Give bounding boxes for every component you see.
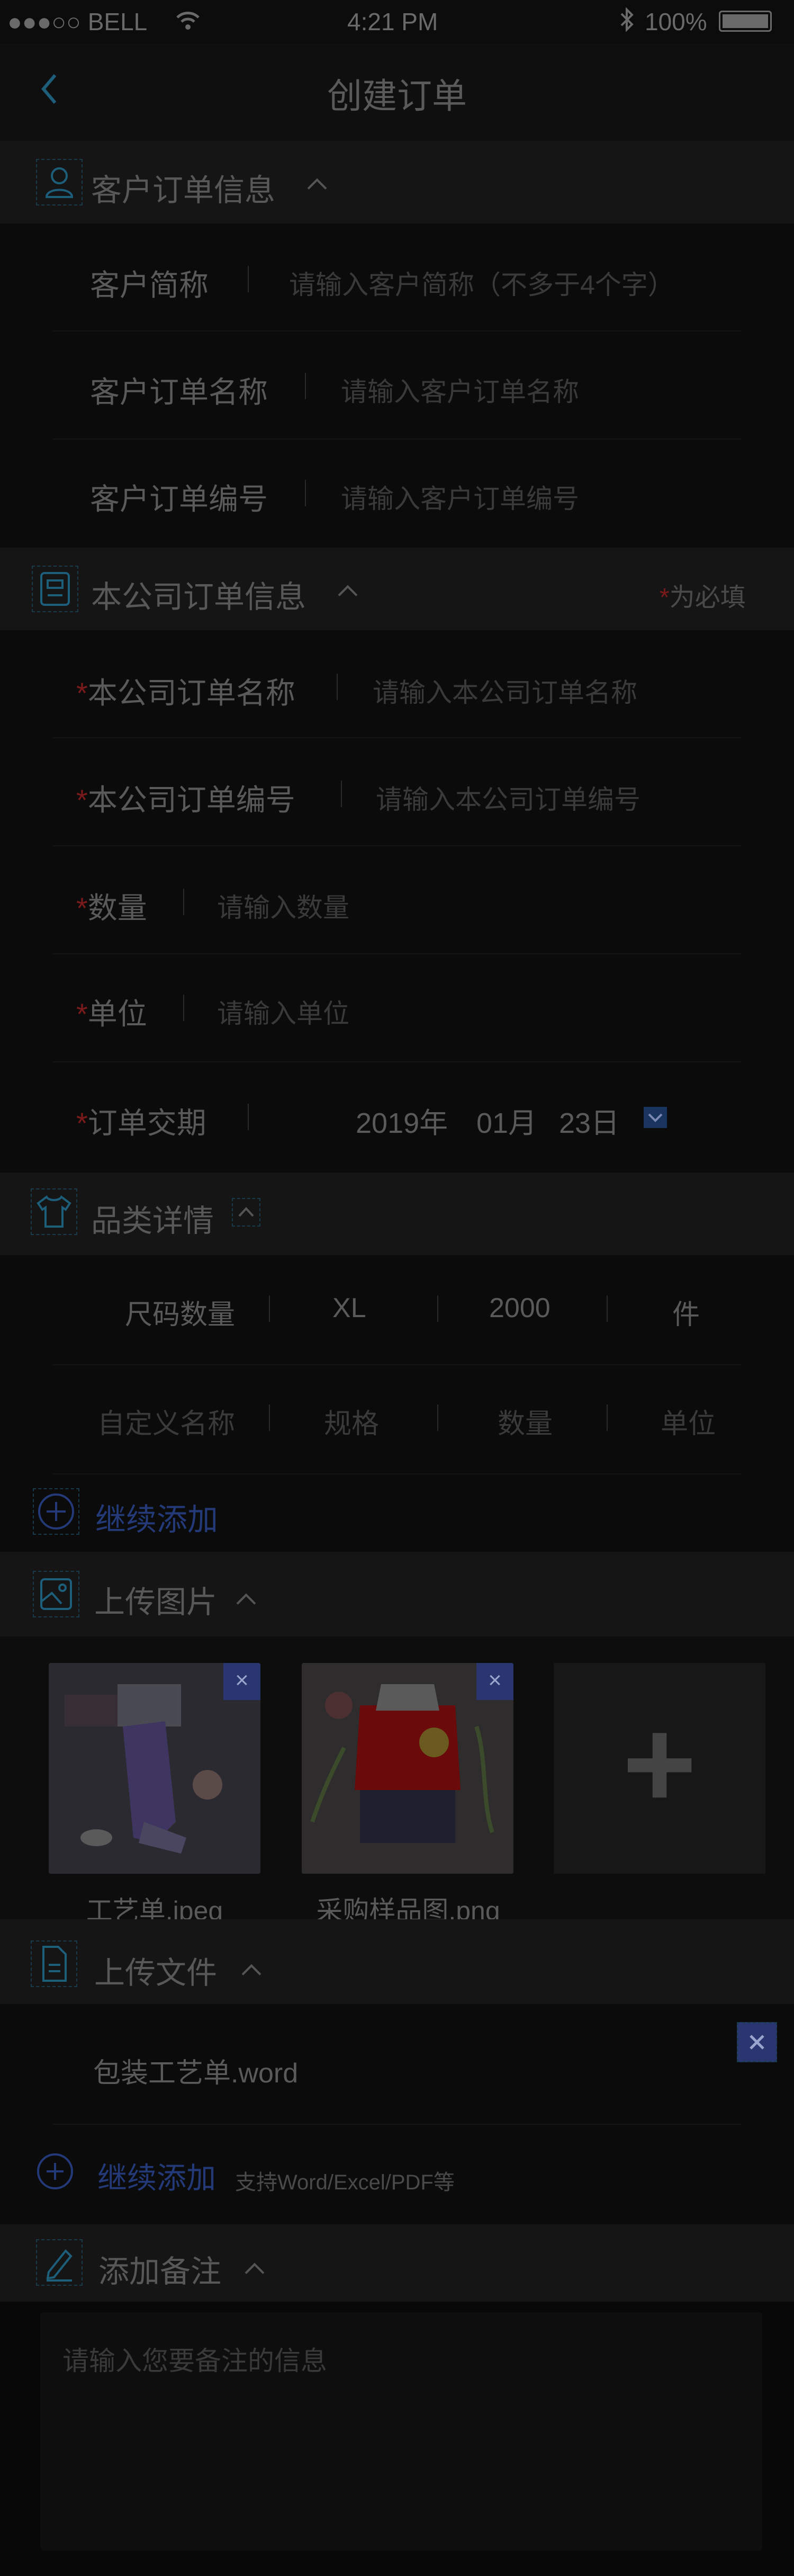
field-label: *订单交期	[76, 1106, 206, 1140]
category-add-more[interactable]: 继续添加	[0, 1473, 794, 1552]
add-more-link[interactable]: 继续添加	[95, 1495, 218, 1539]
chevron-up-icon[interactable]	[241, 1964, 261, 1984]
category-section-header[interactable]: 品类详情	[0, 1173, 794, 1255]
category-section-body: 尺码数量 XL 2000 件 自定义名称 规格 数量 单位 继续添加	[0, 1255, 794, 1552]
file-name: 包装工艺单.word	[93, 2058, 299, 2089]
battery-text: 100%	[645, 8, 707, 35]
category-section-title: 品类详情	[91, 1204, 214, 1238]
clock: 4:21 PM	[347, 8, 438, 35]
order-icon	[32, 566, 78, 612]
user-icon	[36, 159, 83, 205]
chevron-up-icon[interactable]	[232, 1198, 260, 1227]
unit-input[interactable]: 请输入单位	[217, 992, 349, 1031]
add-image-button[interactable]: +	[554, 1663, 765, 1874]
calendar-dropdown-icon[interactable]	[644, 1107, 667, 1128]
remove-file-button[interactable]	[737, 2022, 777, 2062]
customer-abbr-input[interactable]: 请输入客户简称（不多于4个字）	[289, 264, 674, 302]
date-day[interactable]: 23日	[559, 1099, 619, 1141]
delivery-date-row[interactable]: *订单交期 2019年 01月 23日	[0, 1062, 794, 1173]
chevron-up-icon[interactable]	[245, 2262, 265, 2283]
company-order-name-row[interactable]: *本公司订单名称 请输入本公司订单名称	[0, 630, 794, 738]
note-section-title: 添加备注	[98, 2255, 222, 2289]
customer-order-name-row[interactable]: 客户订单名称 请输入客户订单名称	[0, 332, 794, 440]
date-year[interactable]: 2019年	[356, 1099, 448, 1141]
carrier-text: ●●●○○ BELL	[7, 8, 148, 35]
file-format-hint: 支持Word/Excel/PDF等	[235, 2171, 455, 2194]
company-order-no-input[interactable]: 请输入本公司订单编号	[376, 779, 640, 817]
bluetooth-icon	[619, 7, 635, 38]
field-label: *本公司订单编号	[76, 783, 295, 817]
file-icon	[31, 1940, 77, 1987]
custom-name-input[interactable]: 自定义名称	[97, 1401, 235, 1441]
quantity-input[interactable]: 请输入数量	[217, 887, 349, 925]
plus-icon: +	[622, 1693, 697, 1835]
wifi-icon	[176, 8, 200, 37]
file-add-more[interactable]: 继续添加 支持Word/Excel/PDF等	[0, 2125, 794, 2224]
company-section-title: 本公司订单信息	[91, 580, 306, 614]
note-placeholder: 请输入您要备注的信息	[62, 2346, 327, 2376]
company-order-name-input[interactable]: 请输入本公司订单名称	[373, 672, 637, 710]
image-thumbnail[interactable]: ×	[49, 1663, 260, 1874]
customer-order-no-row[interactable]: 客户订单编号 请输入客户订单编号	[0, 440, 794, 548]
customer-abbr-row[interactable]: 客户简称 请输入客户简称（不多于4个字）	[0, 223, 794, 332]
customer-order-name-input[interactable]: 请输入客户订单名称	[341, 371, 579, 409]
quantity-value[interactable]: 2000	[489, 1292, 551, 1324]
note-textarea[interactable]: 请输入您要备注的信息	[40, 2312, 762, 2551]
size-value[interactable]: XL	[332, 1292, 366, 1324]
remove-image-button[interactable]: ×	[223, 1663, 260, 1700]
unit-input[interactable]: 单位	[661, 1401, 716, 1441]
file-item[interactable]: 包装工艺单.word	[0, 2004, 794, 2124]
plus-circle-icon[interactable]	[35, 2151, 75, 2192]
size-quantity-row[interactable]: 尺码数量 XL 2000 件	[0, 1255, 794, 1364]
field-label: 客户简称	[90, 269, 209, 302]
status-bar: ●●●○○ BELL 4:21 PM 100%	[0, 0, 794, 43]
images-section-title: 上传图片	[94, 1585, 218, 1620]
field-label: *本公司订单名称	[76, 676, 295, 710]
image-icon	[33, 1571, 79, 1617]
date-month[interactable]: 01月	[476, 1099, 537, 1141]
note-section-body: 请输入您要备注的信息	[0, 2302, 794, 2576]
company-section-body: *本公司订单名称 请输入本公司订单名称 *本公司订单编号 请输入本公司订单编号 …	[0, 630, 794, 1173]
image-thumbnail[interactable]: ×	[302, 1663, 513, 1874]
custom-spec-row[interactable]: 自定义名称 规格 数量 单位	[0, 1365, 794, 1473]
page-title: 创建订单	[327, 76, 467, 115]
size-quantity-label: 尺码数量	[125, 1300, 236, 1330]
chevron-up-icon[interactable]	[236, 1593, 256, 1613]
customer-order-no-input[interactable]: 请输入客户订单编号	[341, 478, 579, 516]
company-section-header[interactable]: 本公司订单信息 *为必填	[0, 548, 794, 630]
quantity-input[interactable]: 数量	[498, 1401, 553, 1441]
field-label: *单位	[76, 997, 147, 1031]
field-label: 客户订单名称	[90, 375, 268, 409]
customer-section-body: 客户简称 请输入客户简称（不多于4个字） 客户订单名称 请输入客户订单名称 客户…	[0, 223, 794, 548]
plus-circle-icon[interactable]	[33, 1488, 79, 1535]
remove-image-button[interactable]: ×	[476, 1663, 513, 1700]
images-section-header[interactable]: 上传图片	[0, 1552, 794, 1636]
unit-value[interactable]: 件	[672, 1292, 700, 1332]
files-section-body: 包装工艺单.word 继续添加 支持Word/Excel/PDF等	[0, 2004, 794, 2224]
files-section-header[interactable]: 上传文件	[0, 1919, 794, 2004]
customer-section-title: 客户订单信息	[91, 173, 276, 208]
edit-icon	[36, 2239, 83, 2286]
field-label: *数量	[76, 891, 147, 925]
files-section-title: 上传文件	[94, 1956, 218, 1990]
field-label: 客户订单编号	[90, 482, 268, 516]
quantity-row[interactable]: *数量 请输入数量	[0, 846, 794, 954]
images-section-body: × 工艺单.jpeg × 采购样品图.png +	[0, 1636, 794, 1926]
customer-section-header[interactable]: 客户订单信息	[0, 141, 794, 223]
tshirt-icon	[31, 1188, 77, 1235]
note-section-header[interactable]: 添加备注	[0, 2224, 794, 2302]
required-note: *为必填	[660, 584, 746, 612]
chevron-up-icon[interactable]	[338, 585, 358, 605]
chevron-up-icon[interactable]	[307, 178, 327, 198]
unit-row[interactable]: *单位 请输入单位	[0, 954, 794, 1062]
battery-icon	[719, 11, 772, 32]
spec-input[interactable]: 规格	[324, 1401, 379, 1441]
add-more-link[interactable]: 继续添加	[97, 2154, 216, 2197]
nav-bar: 创建订单	[0, 43, 794, 144]
company-order-no-row[interactable]: *本公司订单编号 请输入本公司订单编号	[0, 738, 794, 846]
